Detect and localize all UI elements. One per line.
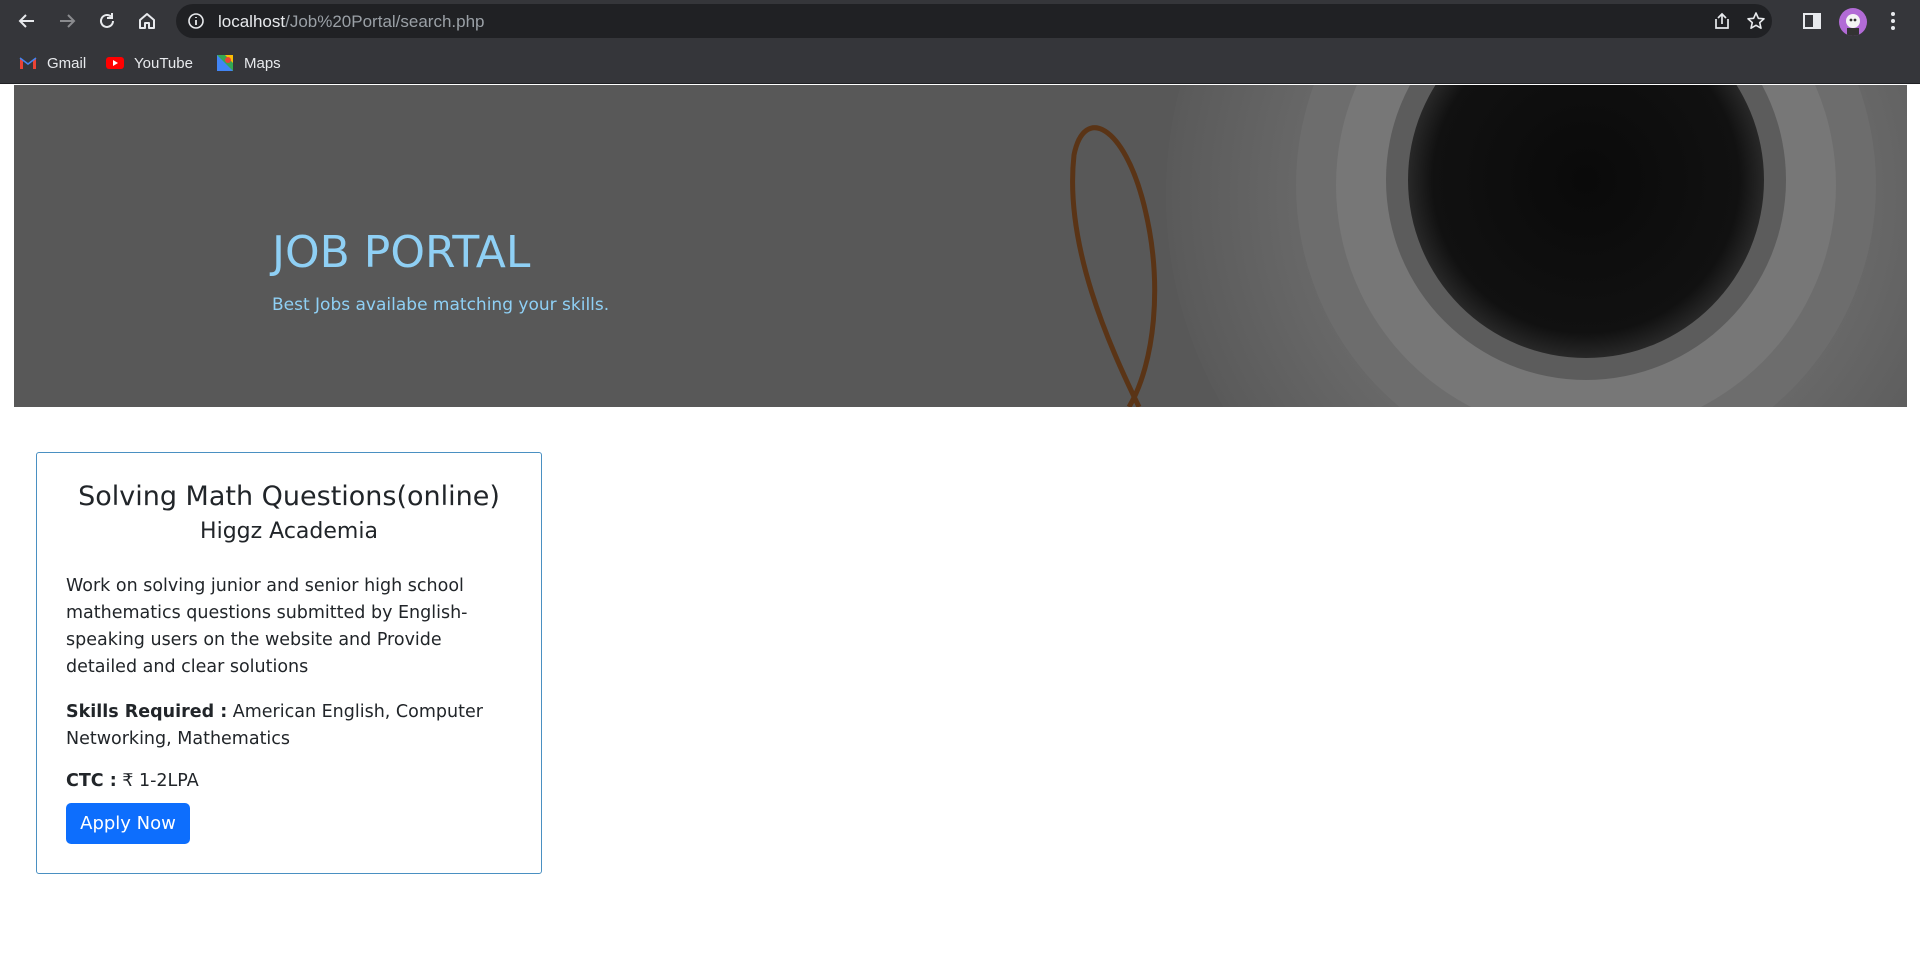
skills-label: Skills Required : xyxy=(66,702,228,722)
home-icon xyxy=(139,13,155,29)
gmail-icon xyxy=(19,57,37,69)
url-host: localhost xyxy=(218,12,286,31)
url-path: /Job%20Portal/search.php xyxy=(285,12,485,31)
page-subtitle: Best Jobs availabe matching your skills. xyxy=(272,295,610,315)
hero-banner: JOB PORTAL Best Jobs availabe matching y… xyxy=(14,85,1907,407)
back-button[interactable] xyxy=(12,6,42,36)
bookmark-youtube[interactable]: YouTube xyxy=(106,52,193,74)
ctc-value: ₹ 1-2LPA xyxy=(116,771,199,791)
side-panel-icon[interactable] xyxy=(1801,10,1823,32)
url-text[interactable]: localhost/Job%20Portal/search.php xyxy=(218,12,485,32)
profile-avatar[interactable] xyxy=(1839,8,1867,36)
share-icon[interactable] xyxy=(1712,11,1732,31)
address-bar[interactable]: localhost/Job%20Portal/search.php xyxy=(176,4,1772,38)
bookmark-label: YouTube xyxy=(134,54,193,72)
reload-icon xyxy=(100,13,114,28)
job-description: Work on solving junior and senior high s… xyxy=(66,576,468,677)
more-menu-icon[interactable] xyxy=(1882,10,1904,32)
ctc-label: CTC : xyxy=(66,771,117,791)
forward-button[interactable] xyxy=(52,6,82,36)
bookmarks-bar: Gmail YouTube Maps xyxy=(0,42,1920,84)
arrow-left-icon xyxy=(18,14,34,28)
skills-required: Skills Required : American English, Comp… xyxy=(66,699,516,753)
bookmark-label: Gmail xyxy=(47,54,87,72)
home-button[interactable] xyxy=(132,6,162,36)
browser-toolbar: localhost/Job%20Portal/search.php xyxy=(0,0,1920,42)
arrow-right-icon xyxy=(60,14,76,28)
info-icon[interactable] xyxy=(187,12,205,30)
apply-now-button[interactable]: Apply Now xyxy=(66,803,190,844)
bookmark-gmail[interactable]: Gmail xyxy=(19,52,86,74)
job-card: Solving Math Questions(online) Higgz Aca… xyxy=(36,452,542,874)
reload-button[interactable] xyxy=(92,6,122,36)
youtube-icon xyxy=(106,57,124,69)
ctc: CTC : ₹ 1-2LPA xyxy=(66,769,516,793)
avatar-icon xyxy=(1846,14,1860,36)
bookmark-star-icon[interactable] xyxy=(1746,11,1766,31)
company-name: Higgz Academia xyxy=(200,519,378,544)
bookmark-label: Maps xyxy=(244,54,281,72)
bookmark-maps[interactable]: Maps xyxy=(216,52,281,74)
maps-icon xyxy=(217,55,233,71)
page-title: JOB PORTAL xyxy=(272,227,531,278)
job-title: Solving Math Questions(online) xyxy=(78,481,500,512)
